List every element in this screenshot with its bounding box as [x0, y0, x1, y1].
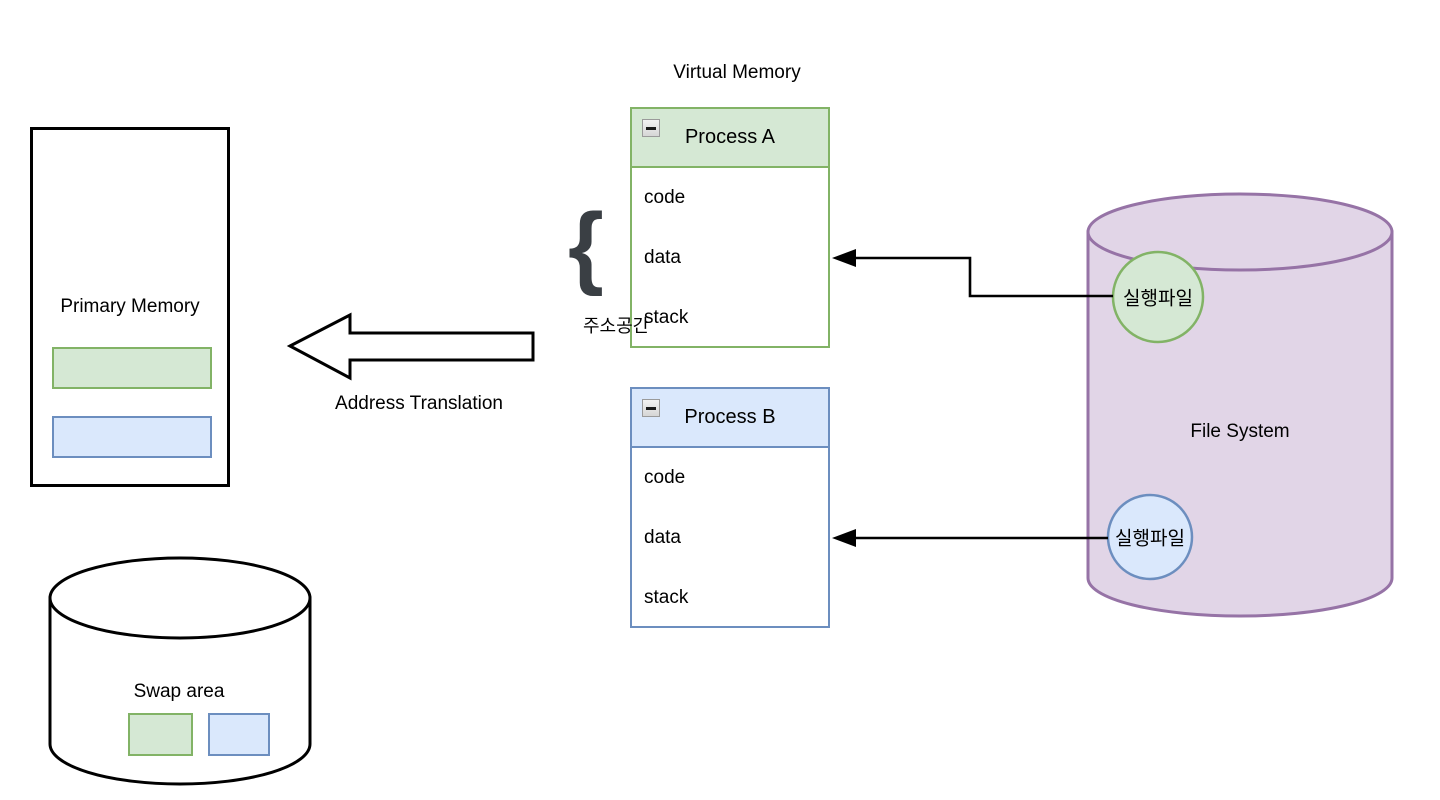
swap-slot-green [128, 713, 193, 756]
connector-exec-a-to-process-a [832, 249, 1113, 298]
swap-slot-blue [208, 713, 270, 756]
minus-square-icon[interactable] [642, 399, 660, 417]
process-a-header: Process A [632, 109, 828, 168]
process-a-segment-code: code [644, 187, 686, 208]
file-system-cylinder [1086, 192, 1394, 618]
address-translation-arrow [286, 312, 535, 381]
process-b-title: Process B [684, 406, 776, 428]
primary-memory-slot-blue [52, 416, 212, 458]
address-space-brace: { [568, 195, 604, 297]
virtual-memory-title: Virtual Memory [673, 62, 801, 83]
connector-exec-b-to-process-b [832, 529, 1108, 547]
process-b-segment-data: data [644, 527, 681, 548]
process-b-segment-stack: stack [644, 587, 689, 608]
address-space-label: 주소공간 [583, 316, 650, 336]
process-b-header: Process B [632, 389, 828, 448]
process-a-segment-data: data [644, 247, 681, 268]
process-a-box[interactable]: Process A code data stack [630, 107, 830, 348]
primary-memory-label: Primary Memory [60, 296, 200, 317]
file-system-label: File System [1190, 421, 1290, 442]
exec-file-b-label: 실행파일 [1115, 528, 1185, 550]
minus-square-icon[interactable] [642, 119, 660, 137]
process-b-segment-code: code [644, 467, 686, 488]
process-a-title: Process A [684, 126, 776, 148]
process-b-box[interactable]: Process B code data stack [630, 387, 830, 628]
process-a-segment-stack: stack [644, 307, 689, 328]
exec-file-a-label: 실행파일 [1123, 288, 1193, 310]
address-translation-label: Address Translation [335, 393, 503, 414]
primary-memory-slot-green [52, 347, 212, 389]
diagram-canvas: Primary Memory Swap area Virtual Memory … [0, 0, 1440, 800]
swap-area-label: Swap area [133, 681, 225, 702]
